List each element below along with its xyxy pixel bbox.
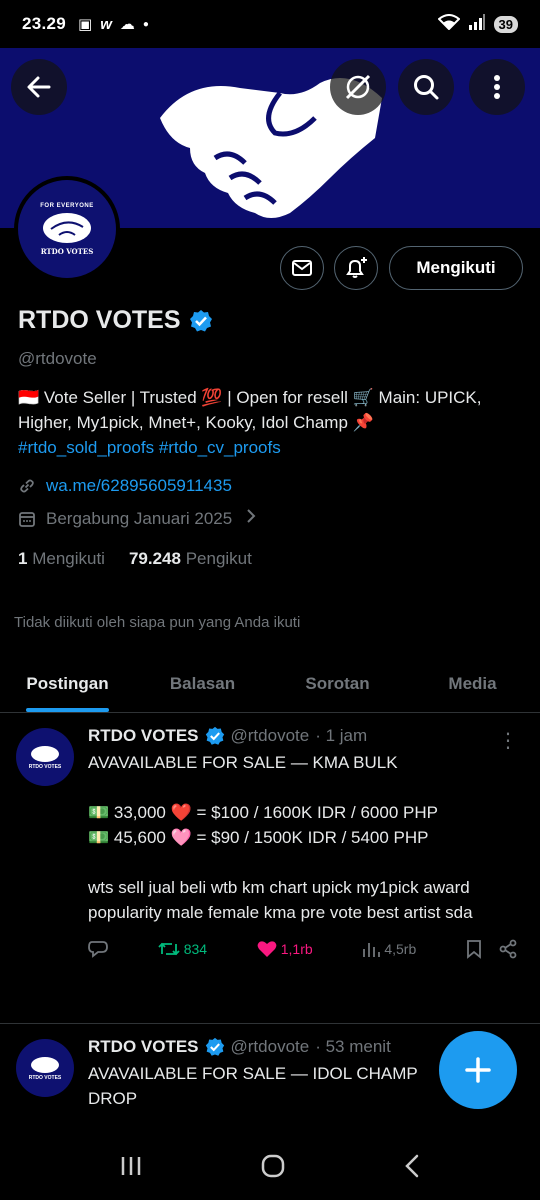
- status-bar: 23.29 ▣ w ☁ ● 39: [0, 0, 540, 48]
- profile-bio: 🇮🇩 Vote Seller | Trusted 💯 | Open for re…: [18, 385, 528, 460]
- back-button[interactable]: [11, 59, 67, 115]
- followed-by-note: Tidak diikuti oleh siapa pun yang Anda i…: [14, 614, 301, 631]
- joined-date: Bergabung Januari 2025: [46, 508, 233, 528]
- profile-handle: @rtdovote: [18, 349, 97, 368]
- post-avatar-text: RTDO VOTES: [28, 1075, 62, 1081]
- post-line: 💵 33,000 ❤️ = $100 / 1600K IDR / 6000 PH…: [88, 803, 438, 822]
- compose-button[interactable]: [439, 1031, 517, 1109]
- post-actions: 834 1,1rb 4,5rb: [88, 939, 522, 959]
- avatar-top-text: FOR EVERYONE: [40, 202, 94, 209]
- tab-replies[interactable]: Balasan: [135, 656, 270, 712]
- system-nav-bar: [0, 1132, 540, 1200]
- post-avatar[interactable]: RTDO VOTES: [16, 728, 74, 786]
- post-author-handle: @rtdovote: [230, 726, 310, 745]
- followers-label: Pengikut: [185, 549, 252, 568]
- chevron-right-icon: [246, 508, 256, 529]
- more-icon: [494, 75, 500, 99]
- share-icon[interactable]: [498, 939, 518, 959]
- recent-apps-icon[interactable]: [119, 1155, 143, 1177]
- tab-media[interactable]: Media: [405, 656, 540, 712]
- post-time: · 53 menit: [315, 1037, 391, 1056]
- post-line: 💵 45,600 🩷 = $90 / 1500K IDR / 5400 PHP: [88, 828, 429, 847]
- post-line: AVAVAILABLE FOR SALE — KMA BULK: [88, 753, 398, 772]
- grok-icon: [345, 74, 371, 100]
- home-icon[interactable]: [260, 1153, 286, 1179]
- notify-button[interactable]: [334, 246, 378, 290]
- w-icon: w: [100, 15, 112, 33]
- scan-icon: ▣: [78, 16, 93, 33]
- tab-highlights[interactable]: Sorotan: [270, 656, 405, 712]
- post-author-handle: @rtdovote: [230, 1037, 310, 1056]
- handshake-icon: [43, 212, 91, 243]
- post-author-name[interactable]: RTDO VOTES: [88, 726, 199, 746]
- heart-icon: [257, 941, 277, 957]
- views-count: 4,5rb: [384, 941, 417, 957]
- like-button[interactable]: 1,1rb: [257, 940, 313, 958]
- notification-icons: ▣ w ☁ ●: [78, 15, 149, 34]
- post-avatar[interactable]: RTDO VOTES: [16, 1039, 74, 1097]
- link-row: wa.me/62895605911435: [18, 476, 528, 496]
- following-button[interactable]: Mengikuti: [389, 246, 523, 290]
- tab-posts[interactable]: Postingan: [0, 656, 135, 712]
- verified-badge-icon: [205, 726, 224, 745]
- followers-count: 79.248: [128, 549, 181, 568]
- plus-icon: [465, 1057, 491, 1083]
- post-more-icon[interactable]: ⋮: [498, 728, 518, 753]
- bio-text: 🇮🇩 Vote Seller | Trusted 💯 | Open for re…: [18, 388, 482, 432]
- post-item[interactable]: RTDO VOTES RTDO VOTES @rtdovote · 1 jam …: [0, 714, 540, 1024]
- search-button[interactable]: [398, 59, 454, 115]
- post-header: RTDO VOTES @rtdovote · 1 jam: [88, 726, 522, 746]
- mail-icon: [292, 260, 312, 276]
- clock: 23.29: [22, 14, 67, 33]
- avatar-name-text: RTDO VOTES: [40, 246, 94, 256]
- grok-button[interactable]: [330, 59, 386, 115]
- profile-tabs: Postingan Balasan Sorotan Media: [0, 656, 540, 713]
- avatar-logo: FOR EVERYONE RTDO VOTES: [18, 180, 116, 278]
- followers-stat[interactable]: 79.248 Pengikut: [129, 549, 252, 569]
- battery-indicator: 39: [493, 15, 518, 33]
- views-icon: [363, 943, 381, 957]
- like-count: 1,1rb: [280, 941, 313, 957]
- cloud-icon: ☁: [119, 16, 135, 33]
- post-avatar-text: RTDO VOTES: [28, 764, 62, 770]
- more-button[interactable]: [469, 59, 525, 115]
- signal-icon: [468, 13, 486, 35]
- profile-link[interactable]: wa.me/62895605911435: [46, 476, 232, 496]
- follow-stats: 1 Mengikuti 79.248 Pengikut: [18, 549, 528, 569]
- reply-button[interactable]: [88, 940, 108, 958]
- retweet-button[interactable]: 834: [158, 940, 207, 958]
- verified-badge-icon: [205, 1037, 224, 1056]
- views-button[interactable]: 4,5rb: [362, 940, 416, 958]
- joined-row[interactable]: Bergabung Januari 2025: [18, 508, 528, 529]
- post-time: · 1 jam: [315, 726, 368, 745]
- following-label: Mengikuti: [32, 549, 105, 568]
- verified-badge-icon[interactable]: [189, 309, 213, 333]
- post-line: wts sell jual beli wtb km chart upick my…: [88, 878, 470, 897]
- dot-icon: ●: [142, 18, 149, 30]
- reply-icon: [88, 941, 108, 958]
- calendar-icon: [19, 511, 35, 527]
- message-button[interactable]: [280, 246, 324, 290]
- profile-name: RTDO VOTES: [18, 306, 181, 334]
- post-content: RTDO VOTES @rtdovote · 1 jam AVAVAILABLE…: [88, 726, 522, 959]
- profile-info: RTDO VOTES @rtdovote 🇮🇩 Vote Seller | Tr…: [18, 306, 528, 569]
- search-icon: [414, 75, 439, 100]
- handshake-icon: [31, 746, 59, 762]
- handshake-icon: [31, 1057, 59, 1073]
- wifi-icon: [437, 13, 461, 35]
- back-icon: [27, 76, 51, 98]
- post-line: popularity male female kma pre vote best…: [88, 903, 473, 922]
- profile-avatar[interactable]: FOR EVERYONE RTDO VOTES: [14, 176, 120, 282]
- retweet-icon: [158, 942, 180, 956]
- following-count: 1: [18, 549, 28, 568]
- link-icon: [20, 479, 34, 493]
- bell-plus-icon: [346, 257, 367, 278]
- bio-hashtags[interactable]: #rtdo_sold_proofs #rtdo_cv_proofs: [18, 438, 281, 457]
- retweet-count: 834: [183, 941, 208, 957]
- bookmark-icon[interactable]: [466, 939, 482, 959]
- post-text: AVAVAILABLE FOR SALE — KMA BULK 💵 33,000…: [88, 750, 522, 925]
- back-nav-icon[interactable]: [403, 1154, 421, 1178]
- following-stat[interactable]: 1 Mengikuti: [18, 549, 105, 569]
- post-author-name[interactable]: RTDO VOTES: [88, 1037, 199, 1057]
